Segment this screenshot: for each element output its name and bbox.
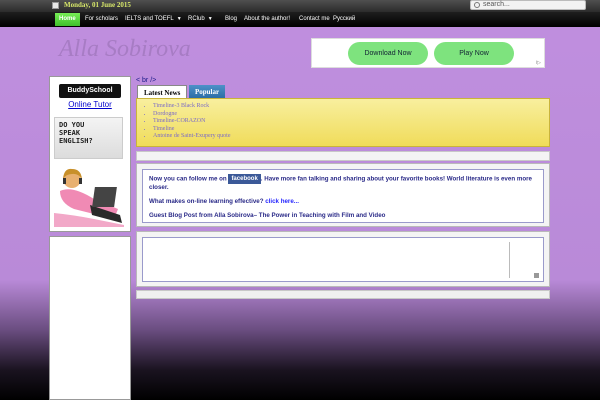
speak-line: DO YOU — [59, 121, 85, 129]
latest-news-list: Timeline-3 Black Rock Dordogne Timeline-… — [136, 98, 550, 147]
nav-item-russian[interactable]: Русский — [329, 13, 359, 26]
news-item[interactable]: Dordogne — [153, 111, 230, 119]
speak-line: SPEAK — [59, 129, 81, 137]
tab-popular[interactable]: Popular — [189, 85, 226, 99]
play-now-button[interactable]: Play Now — [434, 42, 514, 65]
tab-latest-news[interactable]: Latest News — [137, 85, 188, 99]
chevron-down-icon: ▼ — [207, 16, 213, 22]
facebook-badge[interactable]: facebook — [228, 174, 261, 184]
resize-handle-icon[interactable] — [534, 273, 539, 278]
nav-item-contact[interactable]: Contact me — [295, 13, 334, 26]
news-item[interactable]: Timeline-3 Black Rock — [153, 103, 230, 111]
main-nav: Home For scholars IELTS and TOEFL ▼ RClub… — [0, 12, 600, 27]
bottom-strip — [136, 290, 550, 299]
sidebar-widget-empty — [49, 236, 131, 400]
blank-panel — [136, 231, 550, 287]
news-item[interactable]: Timeline — [153, 126, 230, 134]
current-date: Monday, 01 June 2015 — [64, 1, 131, 9]
search-input[interactable]: search... — [470, 0, 586, 10]
nav-item-for-scholars[interactable]: For scholars — [81, 13, 122, 26]
click-here-link[interactable]: click here... — [265, 198, 299, 205]
intro-panel: Now you can follow me on facebook. Have … — [136, 163, 550, 227]
speak-line: ENGLISH? — [59, 137, 93, 145]
follow-text: Now you can follow me on facebook. Have … — [149, 174, 541, 192]
sidebar-widget-tutor: BuddySchool Online Tutor DO YOU SPEAK EN… — [49, 76, 131, 232]
ad-info-icon[interactable]: i▷ — [536, 60, 541, 66]
news-item[interactable]: Antoine de Saint-Exupery quote — [153, 133, 230, 141]
divider-strip — [136, 151, 550, 161]
stray-markup-text: < br /> — [136, 77, 157, 84]
site-title[interactable]: Alla Sobirova — [59, 36, 191, 63]
search-placeholder: search... — [483, 1, 510, 8]
download-now-button[interactable]: Download Now — [348, 42, 428, 65]
chevron-down-icon: ▼ — [176, 16, 182, 22]
nav-item-rclub[interactable]: RClub ▼ — [184, 13, 217, 26]
divider — [509, 242, 510, 278]
blank-panel-content — [142, 237, 544, 282]
search-icon — [474, 2, 480, 8]
intro-panel-content: Now you can follow me on facebook. Have … — [142, 169, 544, 223]
guest-post-link[interactable]: Guest Blog Post from Alla Sobirova– The … — [149, 212, 385, 219]
follow-prefix: Now you can follow me on — [149, 175, 227, 183]
buddyschool-logo[interactable]: BuddySchool — [59, 84, 121, 98]
ad-banner[interactable]: Download Now Play Now i▷ — [311, 38, 545, 68]
nav-item-blog[interactable]: Blog — [221, 13, 241, 26]
news-item[interactable]: Timeline-CORAZON — [153, 118, 230, 126]
learning-question-text: What makes on-line learning effective? — [149, 198, 264, 205]
nav-item-home[interactable]: Home — [55, 13, 80, 26]
speak-english-image[interactable]: DO YOU SPEAK ENGLISH? — [54, 117, 123, 159]
learning-question: What makes on-line learning effective? c… — [149, 198, 299, 205]
student-laptop-image[interactable] — [54, 165, 126, 229]
online-tutor-link[interactable]: Online Tutor — [50, 100, 130, 109]
top-bar: Monday, 01 June 2015 search... — [0, 0, 600, 12]
nav-item-about[interactable]: About the author! — [240, 13, 294, 26]
nav-item-ielts-toefl[interactable]: IELTS and TOEFL ▼ — [121, 13, 186, 26]
